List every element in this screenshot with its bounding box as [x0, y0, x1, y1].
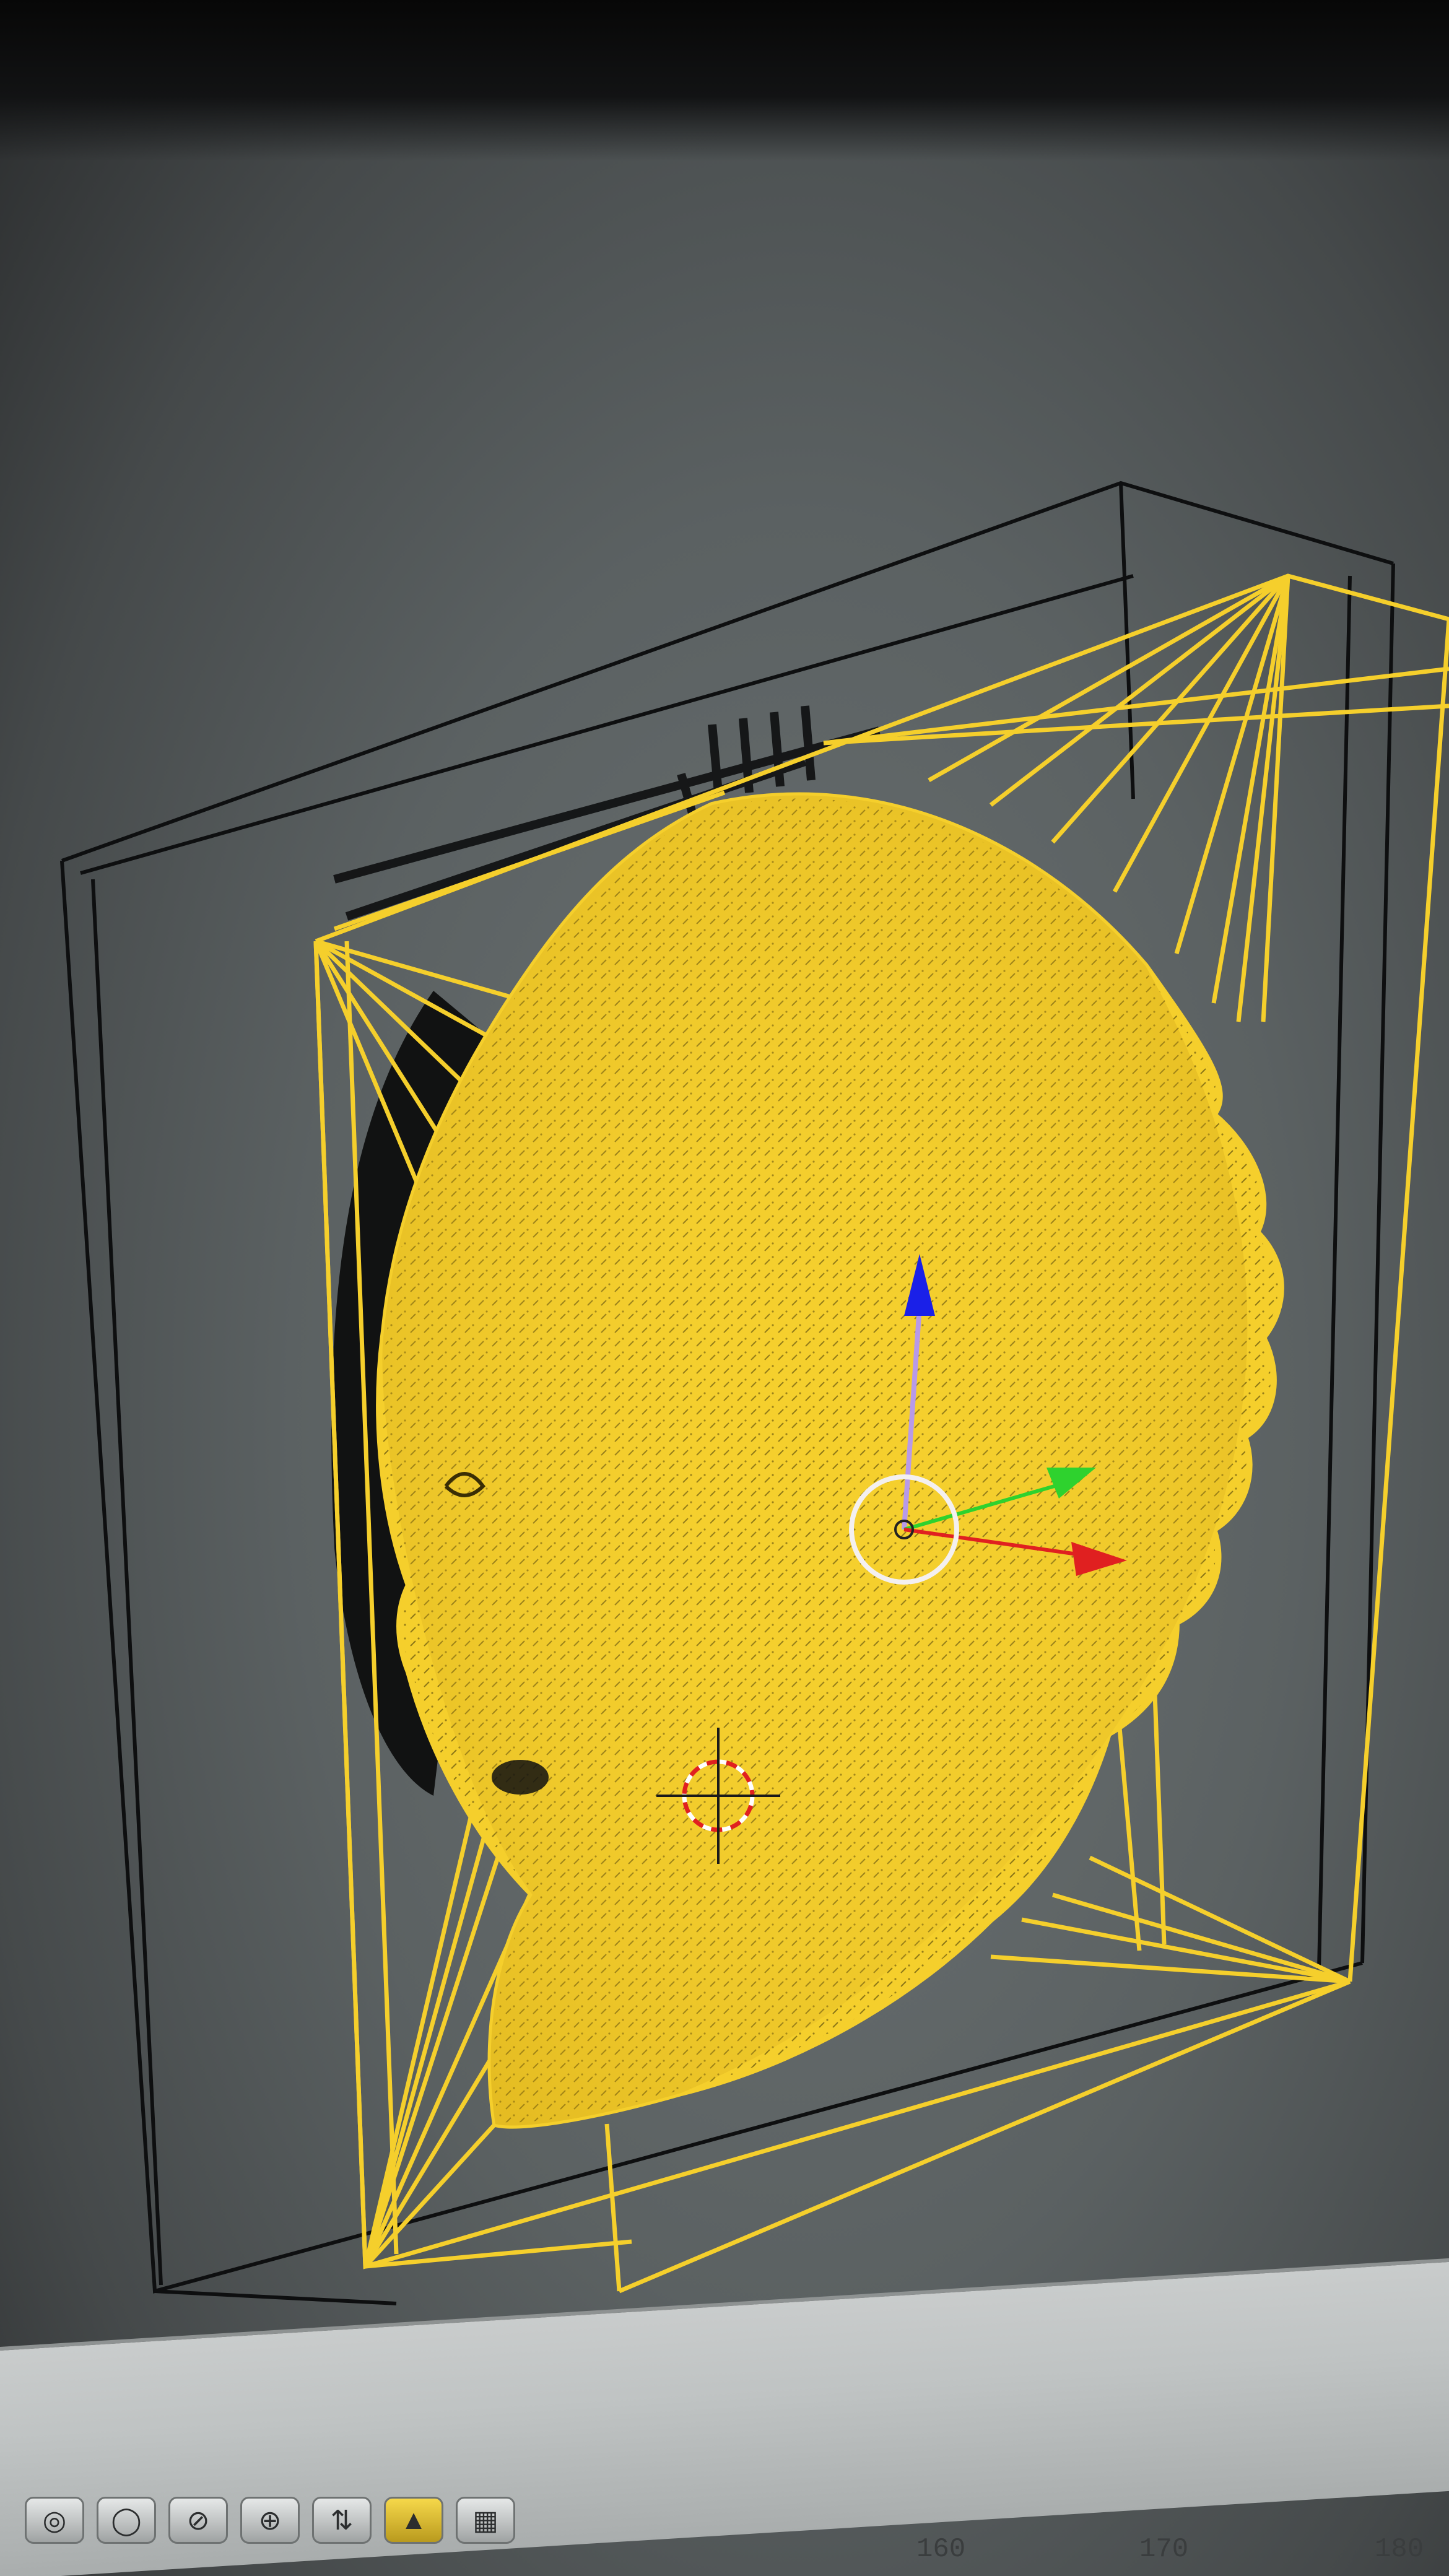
layers-glyph: ▦: [472, 2505, 498, 2536]
layers-icon[interactable]: ▦: [456, 2497, 515, 2544]
manipulator-glyph: ▲: [400, 2505, 427, 2535]
tick-label: 170: [1139, 2534, 1189, 2565]
sphere-icon[interactable]: ◯: [97, 2497, 156, 2544]
snap-glyph: ⇅: [330, 2505, 354, 2536]
monitor-bezel: [0, 0, 1449, 161]
photo-of-monitor: ◎ ◯ ⊘ ⊕ ⇅ ▲ ▦ 160 170 180: [0, 0, 1449, 2576]
shading-icon[interactable]: ⊘: [168, 2497, 228, 2544]
render-icon[interactable]: ◎: [25, 2497, 84, 2544]
shading-glyph: ⊘: [186, 2505, 210, 2536]
tick-label: 160: [916, 2534, 966, 2565]
tick-label: 180: [1375, 2534, 1424, 2565]
pivot-icon[interactable]: ⊕: [240, 2497, 300, 2544]
mesh-ear-detail: [492, 1760, 549, 1795]
pivot-glyph: ⊕: [258, 2505, 282, 2536]
viewport-header-toolbar: ◎ ◯ ⊘ ⊕ ⇅ ▲ ▦: [0, 2465, 768, 2576]
snap-icon[interactable]: ⇅: [312, 2497, 372, 2544]
viewport-canvas[interactable]: [0, 0, 1449, 2365]
render-glyph: ◎: [42, 2505, 67, 2536]
sphere-glyph: ◯: [111, 2505, 142, 2536]
3d-viewport[interactable]: [0, 0, 1449, 2365]
manipulator-icon[interactable]: ▲: [384, 2497, 443, 2544]
timeline-ruler[interactable]: 160 170 180: [892, 2477, 1449, 2576]
